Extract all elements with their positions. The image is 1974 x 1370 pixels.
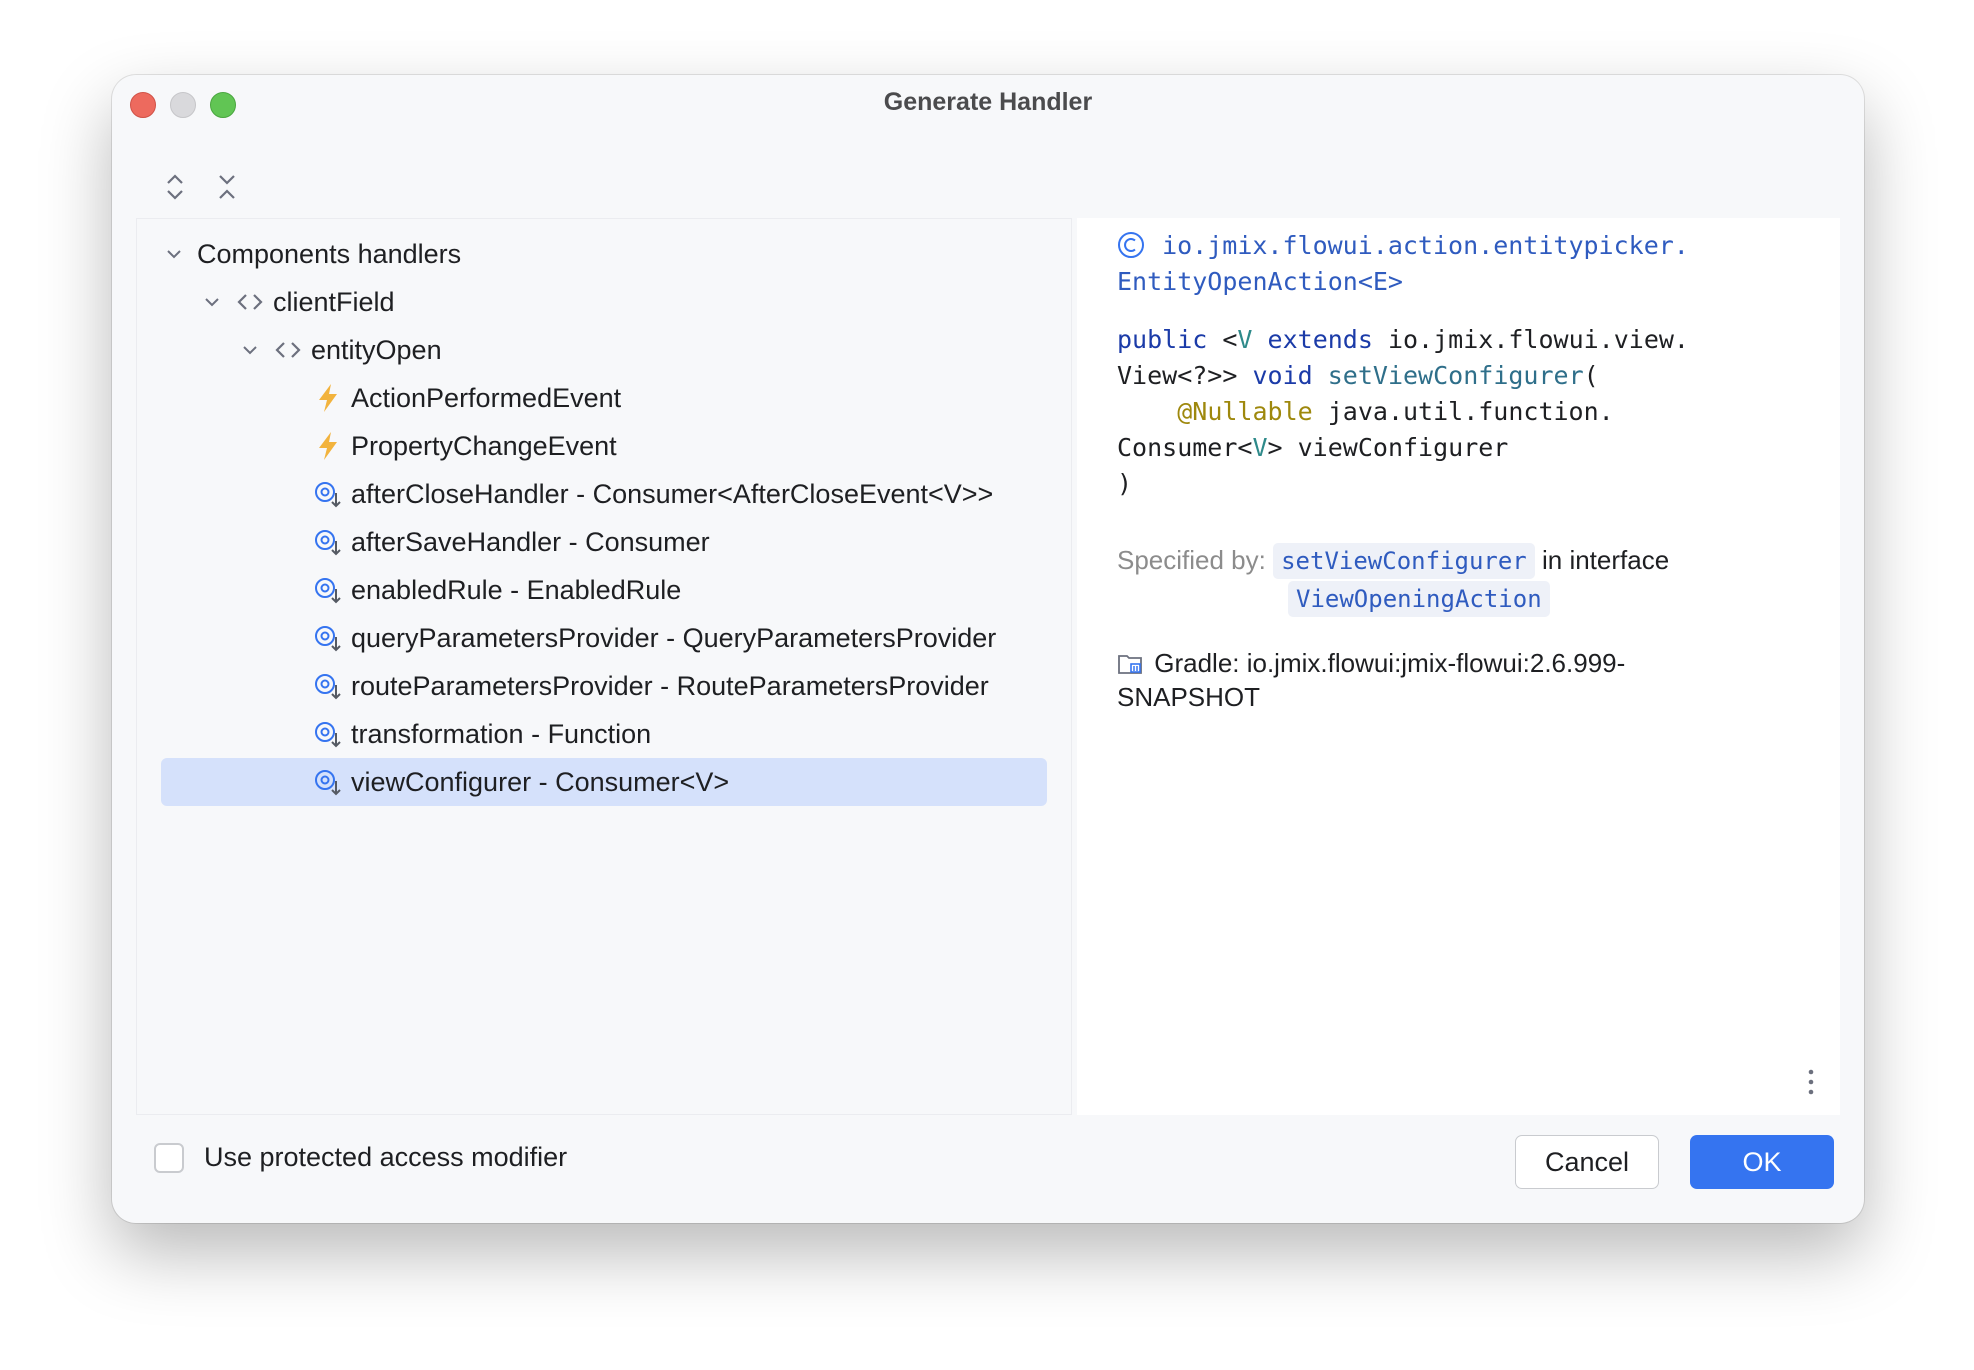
tree-node-label: clientField xyxy=(273,286,395,317)
handler-icon xyxy=(313,623,343,653)
more-options-icon[interactable] xyxy=(1806,1067,1816,1097)
sig-keyword: extends xyxy=(1267,325,1373,354)
sig-keyword: public xyxy=(1117,325,1208,354)
tree-node-client-field[interactable]: clientField xyxy=(161,278,1047,326)
handler-icon xyxy=(313,575,343,605)
library-folder-icon xyxy=(1117,650,1147,676)
specified-method-link[interactable]: setViewConfigurer xyxy=(1273,543,1535,579)
handler-icon xyxy=(313,767,343,797)
chevron-down-icon[interactable] xyxy=(237,337,263,363)
code-brackets-icon xyxy=(235,287,265,317)
documentation-panel: io.jmix.flowui.action.entitypicker. Enti… xyxy=(1077,218,1840,1115)
interface-link[interactable]: ViewOpeningAction xyxy=(1288,581,1550,617)
tree-node-label: entityOpen xyxy=(311,334,442,365)
tree-node-label: PropertyChangeEvent xyxy=(351,430,617,461)
tree-node-handler[interactable]: transformation - Function xyxy=(161,710,1047,758)
sig-text: Consumer< xyxy=(1117,433,1253,462)
title-bar: Generate Handler xyxy=(112,75,1864,131)
tree-node-label: afterCloseHandler - Consumer<AfterCloseE… xyxy=(351,478,994,509)
tree-node-handler[interactable]: queryParametersProvider - QueryParameter… xyxy=(161,614,1047,662)
tree-node-components-handlers[interactable]: Components handlers xyxy=(161,230,1047,278)
sig-method-name: setViewConfigurer xyxy=(1327,361,1584,390)
handler-icon xyxy=(313,719,343,749)
sig-type-param: V xyxy=(1252,433,1268,462)
window-title: Generate Handler xyxy=(883,88,1093,116)
collapse-all-button[interactable] xyxy=(209,167,245,207)
protected-modifier-option[interactable]: Use protected access modifier xyxy=(154,1142,567,1173)
collapse-all-icon xyxy=(219,175,235,199)
handler-icon xyxy=(313,527,343,557)
tree-node-label: afterSaveHandler - Consumer xyxy=(351,526,710,557)
handler-icon xyxy=(313,479,343,509)
gradle-text: Gradle: io.jmix.flowui:jmix-flowui:2.6.9… xyxy=(1117,648,1626,712)
tree-node-handler[interactable]: routeParametersProvider - RouteParameter… xyxy=(161,662,1047,710)
specified-by-section: Specified by: setViewConfigurer in inter… xyxy=(1117,540,1669,618)
cancel-button[interactable]: Cancel xyxy=(1515,1135,1659,1189)
sig-text: io.jmix.flowui.view. xyxy=(1372,325,1689,354)
tree-node-label: routeParametersProvider - RouteParameter… xyxy=(351,670,989,701)
sig-text: ( xyxy=(1583,361,1599,390)
protected-modifier-checkbox[interactable] xyxy=(154,1142,184,1173)
tree-node-label: Components handlers xyxy=(197,238,462,269)
tree-node-label: transformation - Function xyxy=(351,718,652,749)
tree-node-label: enabledRule - EnabledRule xyxy=(351,574,682,605)
lightning-icon xyxy=(313,431,343,461)
handlers-tree: Components handlers clientField entityOp… xyxy=(136,218,1072,1115)
sig-text: < xyxy=(1207,325,1238,354)
sig-text: > viewConfigurer xyxy=(1267,433,1509,462)
tree-node-label: viewConfigurer - Consumer<V> xyxy=(351,766,730,797)
tree-node-handler[interactable]: afterCloseHandler - Consumer<AfterCloseE… xyxy=(161,470,1047,518)
tree-node-event[interactable]: PropertyChangeEvent xyxy=(161,422,1047,470)
class-icon xyxy=(1117,231,1147,261)
code-brackets-icon xyxy=(273,335,303,365)
doc-signature: public <V extends io.jmix.flowui.view. V… xyxy=(1117,322,1689,502)
doc-class-name[interactable]: EntityOpenAction<E> xyxy=(1117,264,1689,300)
sig-text: ) xyxy=(1117,469,1133,498)
chevron-down-icon[interactable] xyxy=(199,289,225,315)
protected-modifier-label: Use protected access modifier xyxy=(204,1142,568,1172)
generate-handler-dialog: Generate Handler Components handlers cli… xyxy=(112,75,1864,1223)
gradle-library-info: Gradle: io.jmix.flowui:jmix-flowui:2.6.9… xyxy=(1117,646,1717,714)
handler-icon xyxy=(313,671,343,701)
doc-class-header: io.jmix.flowui.action.entitypicker. Enti… xyxy=(1117,228,1689,300)
sig-type-param: V xyxy=(1237,325,1253,354)
tree-node-label: ActionPerformedEvent xyxy=(351,382,622,413)
doc-class-package[interactable]: io.jmix.flowui.action.entitypicker. xyxy=(1162,231,1689,260)
in-interface-text: in interface xyxy=(1541,545,1670,575)
tree-node-entity-open[interactable]: entityOpen xyxy=(161,326,1047,374)
sig-text: View<?>> xyxy=(1117,361,1253,390)
ok-button[interactable]: OK xyxy=(1690,1135,1834,1189)
tree-node-label: queryParametersProvider - QueryParameter… xyxy=(351,622,997,653)
tree-node-handler[interactable]: enabledRule - EnabledRule xyxy=(161,566,1047,614)
tree-node-handler[interactable]: afterSaveHandler - Consumer xyxy=(161,518,1047,566)
tree-node-handler-selected[interactable]: viewConfigurer - Consumer<V> xyxy=(161,758,1047,806)
expand-all-button[interactable] xyxy=(157,167,193,207)
sig-text: java.util.function. xyxy=(1312,397,1614,426)
sig-annotation: @Nullable xyxy=(1177,397,1313,426)
chevron-down-icon[interactable] xyxy=(161,241,187,267)
specified-by-label: Specified by: xyxy=(1117,545,1266,575)
expand-all-icon xyxy=(167,174,183,200)
tree-node-event[interactable]: ActionPerformedEvent xyxy=(161,374,1047,422)
lightning-icon xyxy=(313,383,343,413)
sig-keyword: void xyxy=(1252,361,1313,390)
